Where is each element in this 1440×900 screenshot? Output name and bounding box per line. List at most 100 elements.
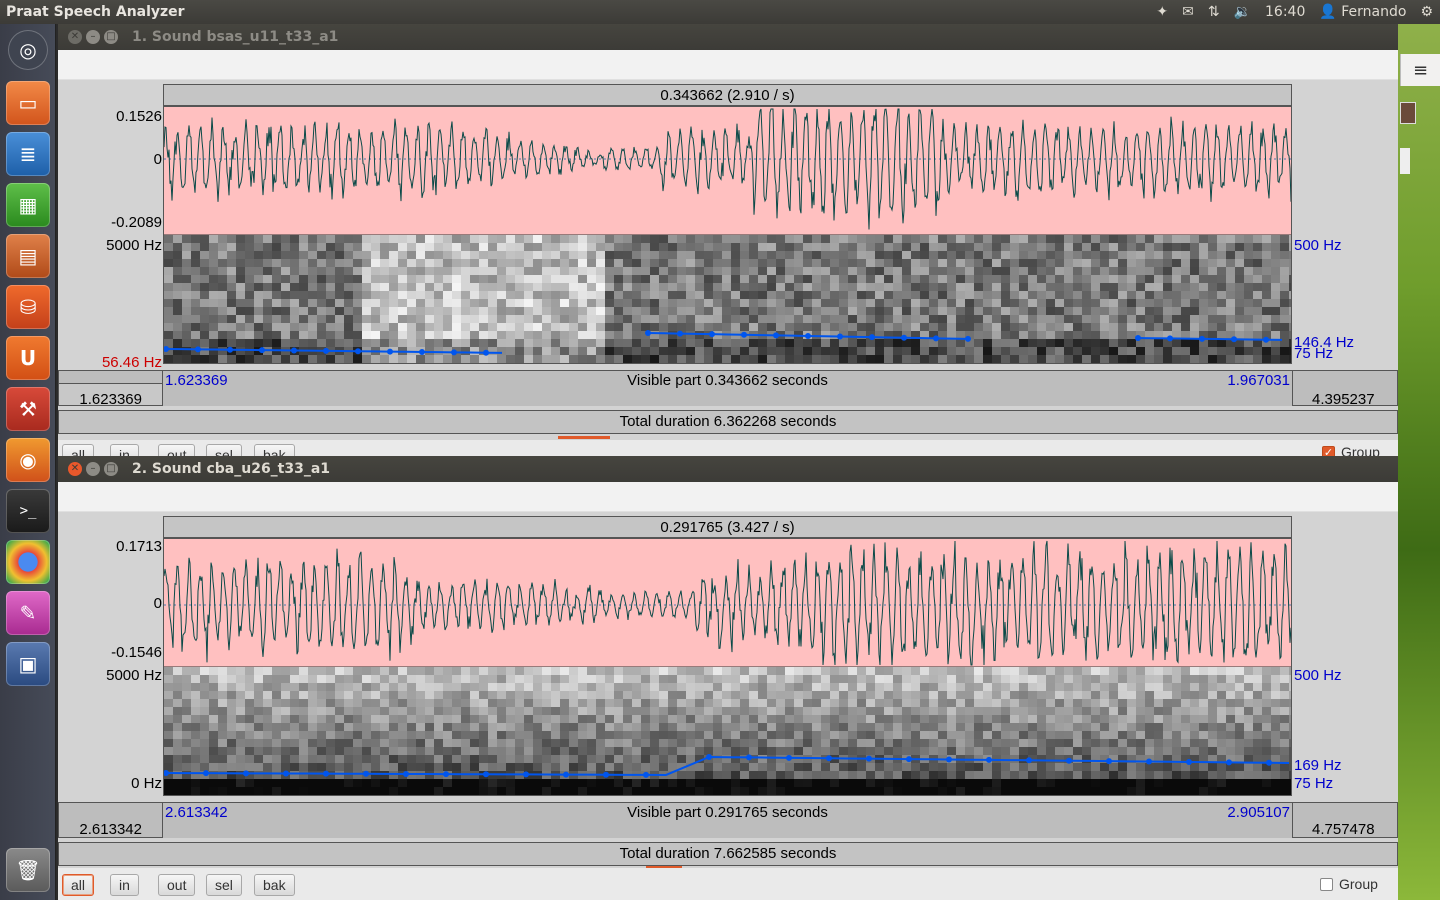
- minimize-icon[interactable]: –: [86, 30, 100, 44]
- ubuntu-one-icon[interactable]: U: [6, 336, 50, 380]
- maximize-icon[interactable]: □: [104, 462, 118, 476]
- bak-button[interactable]: bak: [254, 444, 295, 456]
- total-duration-bar[interactable]: Total duration 7.662585 seconds: [58, 842, 1398, 866]
- wave-max-label: 0.1526: [116, 108, 162, 125]
- pitch-point: [786, 754, 792, 761]
- chrome-icon[interactable]: [6, 540, 50, 584]
- pitch-point: [746, 754, 752, 761]
- group-checkbox[interactable]: ✓: [1322, 445, 1335, 456]
- selection-duration-bar[interactable]: 0.291765 (3.427 / s): [163, 516, 1292, 538]
- terminal-icon[interactable]: >_: [6, 489, 50, 533]
- pink-app-icon[interactable]: ✎: [6, 591, 50, 635]
- all-button[interactable]: all: [62, 444, 95, 456]
- pitch-point: [1146, 758, 1152, 765]
- pitch-point: [645, 330, 651, 336]
- pitch-point: [323, 347, 329, 354]
- trash-icon[interactable]: 🗑: [6, 848, 50, 892]
- writer-icon[interactable]: ≣: [6, 132, 50, 176]
- dash-home-icon[interactable]: ◎: [8, 30, 48, 70]
- in-button[interactable]: in: [110, 874, 139, 896]
- selection-duration-bar[interactable]: 0.343662 (2.910 / s): [163, 84, 1292, 106]
- pitch-point: [1135, 335, 1141, 341]
- out-button[interactable]: out: [158, 444, 196, 456]
- out-button[interactable]: out: [158, 874, 196, 896]
- pitch-point: [826, 755, 832, 762]
- spec-top-label: 5000 Hz: [106, 237, 162, 254]
- visible-part: Visible part 0.343662 seconds: [627, 372, 828, 389]
- button-row: all in out sel bak Group: [58, 868, 1398, 900]
- visible-part: Visible part 0.291765 seconds: [627, 804, 828, 821]
- pitch-point: [355, 348, 361, 355]
- title-bar: ✕ – □ 2. Sound cba_u26_t33_a1: [58, 456, 1398, 482]
- visible-part-bar[interactable]: 2.613342 Visible part 0.291765 seconds 2…: [163, 802, 1292, 838]
- group-toggle[interactable]: ✓ Group: [1322, 444, 1380, 456]
- files-icon[interactable]: ▭: [6, 81, 50, 125]
- waveform-spectrogram[interactable]: [164, 539, 1291, 795]
- sel-button[interactable]: sel: [206, 444, 242, 456]
- button-row: all in out sel bak ✓ Group: [58, 440, 1398, 456]
- pitch-point: [805, 332, 811, 339]
- signal-plot[interactable]: [163, 106, 1292, 364]
- close-icon[interactable]: ✕: [68, 30, 82, 44]
- maximize-icon[interactable]: □: [104, 30, 118, 44]
- pitch-point: [443, 771, 449, 778]
- system-settings-icon[interactable]: ⚒: [6, 387, 50, 431]
- bak-button[interactable]: bak: [254, 874, 295, 896]
- hamburger-menu-icon[interactable]: ≡: [1400, 54, 1440, 86]
- waveform-spectrogram[interactable]: [164, 107, 1291, 363]
- scrollbar[interactable]: [1400, 148, 1410, 174]
- spec-bottom-label: 0 Hz: [131, 775, 162, 792]
- sound-editor: 0.291765 (3.427 / s) 0.1713 0 -0.1546 50…: [58, 512, 1398, 900]
- waveform-area: [164, 539, 1291, 667]
- volume-icon[interactable]: 🔉: [1227, 0, 1258, 24]
- workspace-switcher-icon[interactable]: ▣: [6, 642, 50, 686]
- signal-plot[interactable]: [163, 538, 1292, 796]
- user-icon: 👤: [1319, 4, 1337, 20]
- total-duration-bar[interactable]: Total duration 6.362268 seconds: [58, 410, 1398, 434]
- visible-part-bar[interactable]: 1.623369 Visible part 0.343662 seconds 1…: [163, 370, 1292, 406]
- calc-icon[interactable]: ▦: [6, 183, 50, 227]
- firefox-icon[interactable]: ◉: [6, 438, 50, 482]
- sel-button[interactable]: sel: [206, 874, 242, 896]
- pitch-point: [291, 347, 297, 354]
- dropbox-icon[interactable]: ✦: [1149, 0, 1175, 24]
- pitch-point: [1066, 757, 1072, 764]
- pitch-point: [243, 770, 249, 777]
- title-bar: ✕ – □ 1. Sound bsas_u11_t33_a1: [58, 24, 1398, 50]
- clock[interactable]: 16:40: [1258, 0, 1312, 24]
- visible-end: 1.967031: [1227, 372, 1290, 389]
- close-icon[interactable]: ✕: [68, 462, 82, 476]
- minimize-icon[interactable]: –: [86, 462, 100, 476]
- pitch-point: [1263, 336, 1269, 343]
- window-title: 2. Sound cba_u26_t33_a1: [132, 461, 331, 477]
- pitch-top-label: 500 Hz: [1294, 237, 1342, 254]
- wave-zero-label: 0: [153, 595, 162, 612]
- pitch-top-label: 500 Hz: [1294, 667, 1342, 684]
- network-icon[interactable]: ⇅: [1201, 0, 1227, 24]
- software-center-icon[interactable]: ⛁: [6, 285, 50, 329]
- group-toggle[interactable]: Group: [1320, 876, 1378, 892]
- pitch-point: [387, 348, 393, 355]
- all-button[interactable]: all: [62, 874, 95, 896]
- user-menu[interactable]: 👤 Fernando: [1312, 0, 1413, 24]
- background-window-strip: ≡: [1398, 24, 1440, 900]
- pitch-point: [901, 334, 907, 341]
- pitch-point: [603, 771, 609, 778]
- in-button[interactable]: in: [110, 444, 139, 456]
- pitch-point: [563, 771, 569, 778]
- pitch-point: [451, 349, 457, 356]
- pitch-point: [677, 330, 683, 337]
- impress-icon[interactable]: ▤: [6, 234, 50, 278]
- pitch-point: [965, 335, 971, 342]
- mail-icon[interactable]: ✉: [1175, 0, 1201, 24]
- pitch-point: [773, 332, 779, 339]
- pitch-point: [283, 770, 289, 777]
- power-gear-icon[interactable]: ⚙: [1413, 0, 1440, 24]
- pitch-point: [1199, 335, 1205, 342]
- sound-editor: 0.343662 (2.910 / s) 0.1526 0 -0.2089 50…: [58, 80, 1398, 456]
- sound-window-2: ✕ – □ 2. Sound cba_u26_t33_a1 0.291765 (…: [58, 456, 1398, 900]
- pitch-current-label: 169 Hz: [1294, 757, 1342, 774]
- window-title: 1. Sound bsas_u11_t33_a1: [132, 29, 339, 45]
- group-checkbox[interactable]: [1320, 877, 1333, 891]
- wave-max-label: 0.1713: [116, 538, 162, 555]
